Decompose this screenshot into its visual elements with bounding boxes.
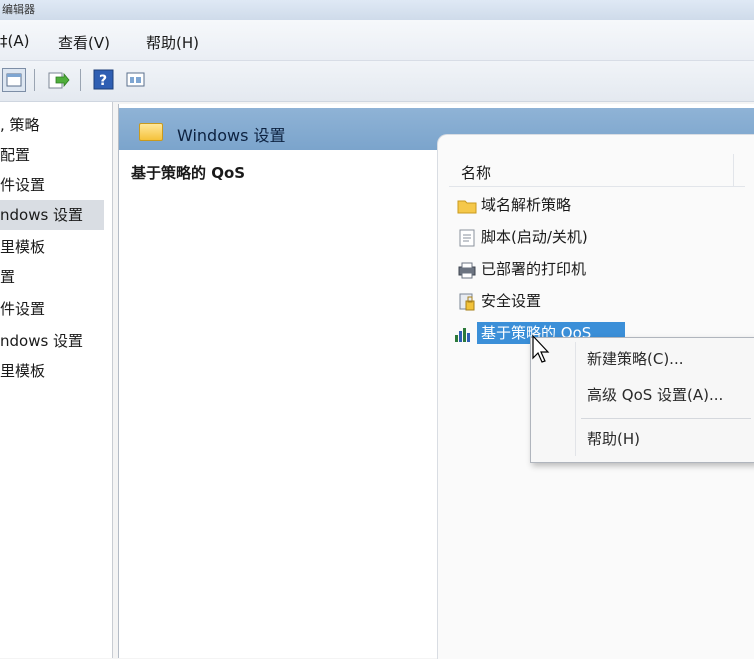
script-icon [457,229,477,247]
tree-item-windows-settings-selected[interactable]: ndows 设置 [0,200,104,230]
description-title: 基于策略的 QoS [131,164,246,182]
menu-view[interactable]: 查看(V) [58,32,110,53]
menu-bar: ‡(A) 查看(V) 帮助(H) [0,20,754,61]
qos-chart-icon [453,325,473,343]
tree-item[interactable]: 置 [0,262,15,292]
tree-item[interactable]: 里模板 [0,356,45,386]
menu-help[interactable]: 帮助(H) [146,32,199,53]
tree-item[interactable]: 件设置 [0,294,45,324]
printer-icon [457,261,477,279]
list-item-printers[interactable]: 已部署的打印机 [457,256,586,282]
help-icon: ? [93,69,114,90]
folder-icon [457,197,477,215]
list-item-scripts[interactable]: 脚本(启动/关机) [457,224,588,250]
toolbar: ? [0,61,754,102]
tree-item[interactable]: ndows 设置 [0,326,83,356]
tree-item[interactable]: 件设置 [0,170,45,200]
tree-item[interactable]: 里模板 [0,232,45,262]
content-header-title: Windows 设置 [177,126,286,145]
tree-item[interactable]: , 策略 [0,110,40,140]
mouse-cursor-icon [532,334,550,363]
tree-pane: , 策略 配置 件设置 ndows 设置 里模板 置 件设置 ndows 设置 … [0,102,113,658]
security-icon [457,293,477,311]
context-menu-help[interactable]: 帮助(H) [587,428,640,449]
back-icon [6,73,22,87]
column-header-name[interactable]: 名称 [461,162,491,183]
context-menu-new-policy[interactable]: 新建策略(C)... [587,348,683,369]
list-item-dns-policy[interactable]: 域名解析策略 [457,192,571,218]
menu-file[interactable]: ‡(A) [0,32,29,50]
context-menu-advanced-qos[interactable]: 高级 QoS 设置(A)... [587,384,723,405]
folder-icon [139,123,163,141]
view-button[interactable] [124,68,148,92]
help-button[interactable]: ? [92,68,116,92]
list-item-security-settings[interactable]: 安全设置 [457,288,541,314]
context-menu: 新建策略(C)... 高级 QoS 设置(A)... 帮助(H) [530,337,754,463]
back-button[interactable] [2,68,26,92]
view-pane-icon [126,72,145,87]
tree-item[interactable]: 配置 [0,140,30,170]
window-title: 编辑器 [2,3,35,16]
export-icon [48,72,70,89]
svg-text:?: ? [99,73,107,89]
export-list-button[interactable] [46,68,70,92]
window-title-bar: 编辑器 [0,0,754,20]
